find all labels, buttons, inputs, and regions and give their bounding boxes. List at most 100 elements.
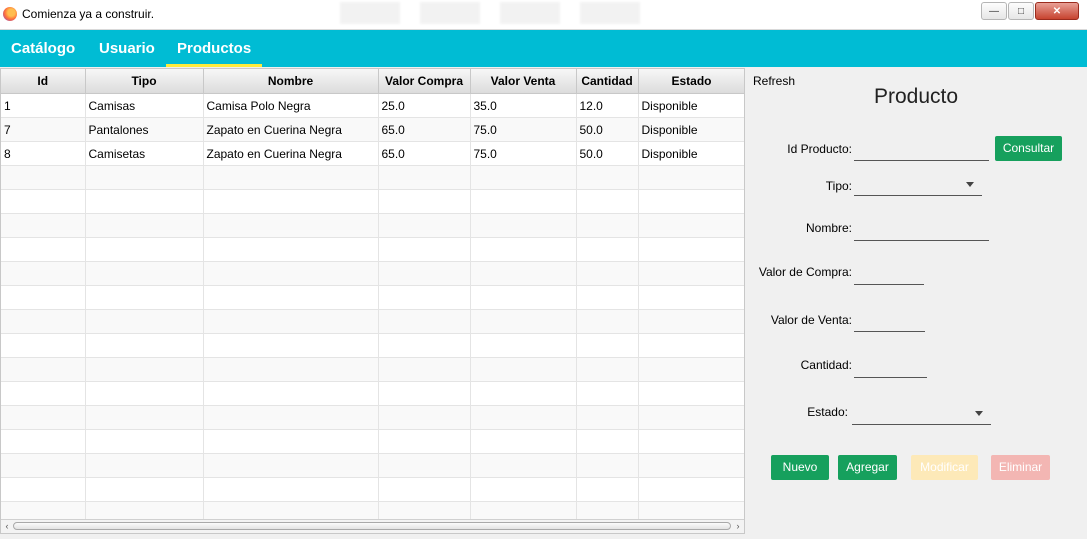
table-cell-empty: [470, 333, 577, 358]
tab-usuario[interactable]: Usuario: [88, 30, 166, 67]
refresh-link[interactable]: Refresh: [753, 74, 795, 88]
table-cell-empty: [85, 429, 204, 454]
table-row-empty: [1, 453, 744, 478]
table-cell-empty: [470, 405, 577, 430]
tab-catalogo[interactable]: Catálogo: [0, 30, 86, 67]
table-row-empty: [1, 477, 744, 502]
table-row[interactable]: 7 Pantalones Zapato en Cuerina Negra 65.0 75…: [1, 117, 744, 142]
close-button[interactable]: ✕: [1035, 2, 1079, 20]
table-cell: 50.0: [576, 117, 639, 142]
table-cell-empty: [1, 405, 86, 430]
agregar-button[interactable]: Agregar: [838, 455, 897, 480]
table-row-empty: [1, 213, 744, 238]
column-header-id[interactable]: Id: [1, 69, 86, 94]
table-cell-empty: [470, 261, 577, 286]
table-cell-empty: [203, 381, 379, 406]
modificar-button[interactable]: Modificar: [911, 455, 978, 480]
column-header-valor-compra[interactable]: Valor Compra: [378, 69, 471, 94]
table-cell-empty: [576, 237, 639, 262]
horizontal-scrollbar[interactable]: ‹ ›: [1, 519, 744, 533]
table-cell: 50.0: [576, 141, 639, 166]
window-title: Comienza ya a construir.: [22, 7, 155, 21]
consultar-button[interactable]: Consultar: [995, 136, 1062, 161]
table-cell-empty: [470, 285, 577, 310]
valor-venta-input[interactable]: [854, 316, 925, 332]
table-cell: Disponible: [638, 141, 744, 166]
table-cell-empty: [576, 261, 639, 286]
table-row-empty: [1, 405, 744, 430]
table-cell: 35.0: [470, 93, 577, 118]
table-cell-empty: [1, 213, 86, 238]
table-cell-empty: [378, 429, 471, 454]
table-cell: 1: [1, 93, 86, 118]
column-header-nombre[interactable]: Nombre: [203, 69, 379, 94]
cantidad-label: Cantidad:: [800, 358, 852, 372]
firefox-icon: [3, 7, 17, 21]
table-cell-empty: [576, 381, 639, 406]
table-row-empty: [1, 189, 744, 214]
tipo-label: Tipo:: [825, 179, 852, 193]
table-cell-empty: [203, 261, 379, 286]
table-cell-empty: [576, 453, 639, 478]
table-cell-empty: [1, 165, 86, 190]
table-cell-empty: [85, 477, 204, 502]
table-cell-empty: [203, 213, 379, 238]
table-cell-empty: [378, 189, 471, 214]
estado-select[interactable]: [852, 409, 991, 425]
maximize-button[interactable]: □: [1008, 2, 1034, 20]
scroll-left-icon[interactable]: ‹: [2, 520, 12, 533]
table-cell-empty: [470, 189, 577, 214]
table-cell: 65.0: [378, 141, 471, 166]
column-header-valor-venta[interactable]: Valor Venta: [470, 69, 577, 94]
table-cell-empty: [470, 429, 577, 454]
table-cell-empty: [638, 405, 744, 430]
scrollbar-thumb[interactable]: [13, 522, 731, 530]
table-row-empty: [1, 261, 744, 286]
id-producto-input[interactable]: [854, 145, 989, 161]
table-cell-empty: [576, 429, 639, 454]
column-header-cantidad[interactable]: Cantidad: [576, 69, 639, 94]
valor-venta-label: Valor de Venta:: [770, 313, 852, 327]
table-row-empty: [1, 309, 744, 334]
table-cell-empty: [638, 213, 744, 238]
table-cell-empty: [1, 429, 86, 454]
table-row[interactable]: 1 Camisas Camisa Polo Negra 25.0 35.0 12.0 Dis…: [1, 93, 744, 118]
table-cell: Camisa Polo Negra: [203, 93, 379, 118]
table-cell-empty: [638, 381, 744, 406]
table-cell-empty: [85, 189, 204, 214]
table-cell-empty: [203, 477, 379, 502]
table-cell-empty: [85, 285, 204, 310]
table-cell-empty: [576, 405, 639, 430]
tab-productos[interactable]: Productos: [166, 30, 263, 67]
table-row-empty: [1, 237, 744, 262]
table-cell-empty: [378, 165, 471, 190]
table-cell-empty: [1, 357, 86, 382]
table-cell: 75.0: [470, 141, 577, 166]
table-cell-empty: [378, 309, 471, 334]
table-cell-empty: [378, 405, 471, 430]
table-cell-empty: [638, 237, 744, 262]
form-title: Producto: [874, 85, 959, 108]
table-row-empty: [1, 333, 744, 358]
table-header-row: Id Tipo Nombre Valor Compra Valor Venta …: [1, 69, 744, 94]
nuevo-button[interactable]: Nuevo: [771, 455, 829, 480]
table-cell-empty: [470, 237, 577, 262]
background-window-ghost: [340, 2, 650, 24]
table-cell-empty: [85, 309, 204, 334]
table-cell-empty: [85, 213, 204, 238]
products-table[interactable]: Id Tipo Nombre Valor Compra Valor Venta …: [0, 68, 745, 534]
table-cell-empty: [203, 453, 379, 478]
scroll-right-icon[interactable]: ›: [733, 520, 743, 533]
table-cell: 8: [1, 141, 86, 166]
cantidad-input[interactable]: [854, 362, 927, 378]
table-cell-empty: [638, 429, 744, 454]
table-cell-empty: [470, 213, 577, 238]
minimize-button[interactable]: —: [981, 2, 1007, 20]
valor-compra-input[interactable]: [854, 269, 924, 285]
eliminar-button[interactable]: Eliminar: [991, 455, 1050, 480]
nombre-input[interactable]: [854, 225, 989, 241]
column-header-tipo[interactable]: Tipo: [85, 69, 204, 94]
tipo-select[interactable]: [854, 180, 982, 196]
table-row[interactable]: 8 Camisetas Zapato en Cuerina Negra 65.0 75.…: [1, 141, 744, 166]
column-header-estado[interactable]: Estado: [638, 69, 744, 94]
